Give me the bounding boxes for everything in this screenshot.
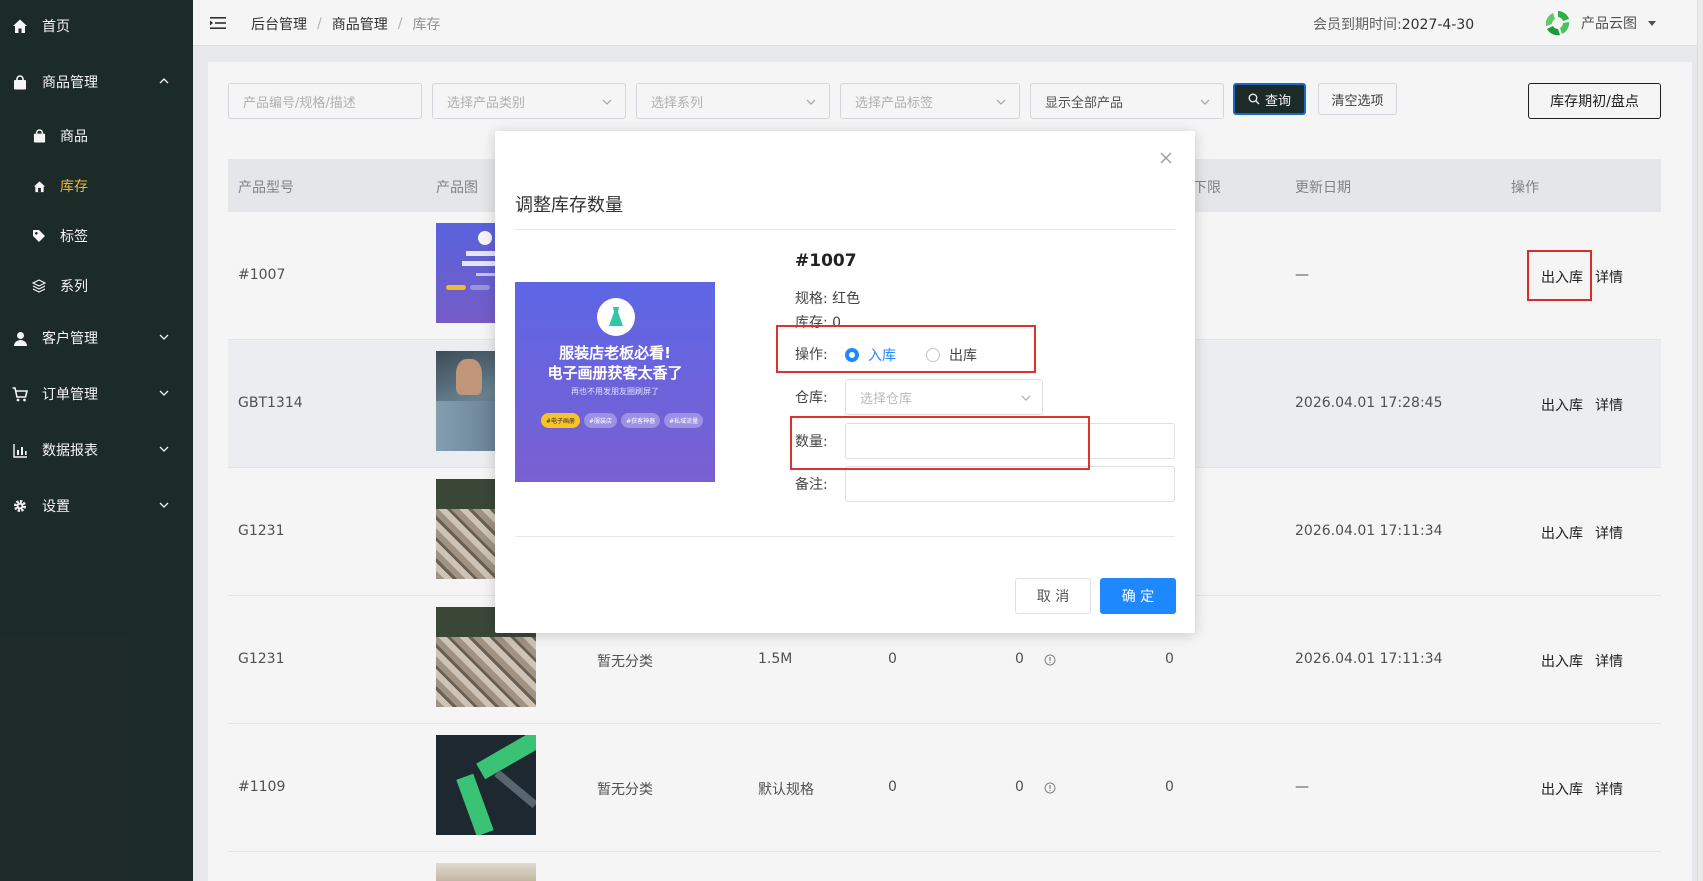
chevron-down-icon: [1021, 395, 1031, 401]
product-spec: 规格: 红色: [795, 291, 861, 307]
dress-icon: [597, 298, 635, 336]
warehouse-select[interactable]: 选择仓库: [845, 379, 1043, 415]
adjust-stock-dialog: 调整库存数量 服装店老板必看! 电子画册获客太香了 再也不用发朋友圈刷屏了 #电子…: [495, 131, 1195, 633]
highlight-box: [776, 325, 1036, 373]
highlight-box: [790, 416, 1090, 470]
product-image: 服装店老板必看! 电子画册获客太香了 再也不用发朋友圈刷屏了 #电子画册 #服装店…: [515, 282, 715, 482]
product-code: #1007: [795, 251, 857, 271]
dialog-title: 调整库存数量: [515, 195, 623, 216]
remark-input[interactable]: [845, 466, 1175, 502]
warehouse-label: 仓库:: [795, 390, 828, 406]
close-icon[interactable]: [1159, 151, 1173, 165]
cancel-button[interactable]: 取 消: [1015, 578, 1091, 614]
divider: [515, 536, 1175, 537]
confirm-button[interactable]: 确 定: [1100, 578, 1176, 614]
divider: [515, 229, 1175, 230]
remark-label: 备注:: [795, 477, 828, 493]
